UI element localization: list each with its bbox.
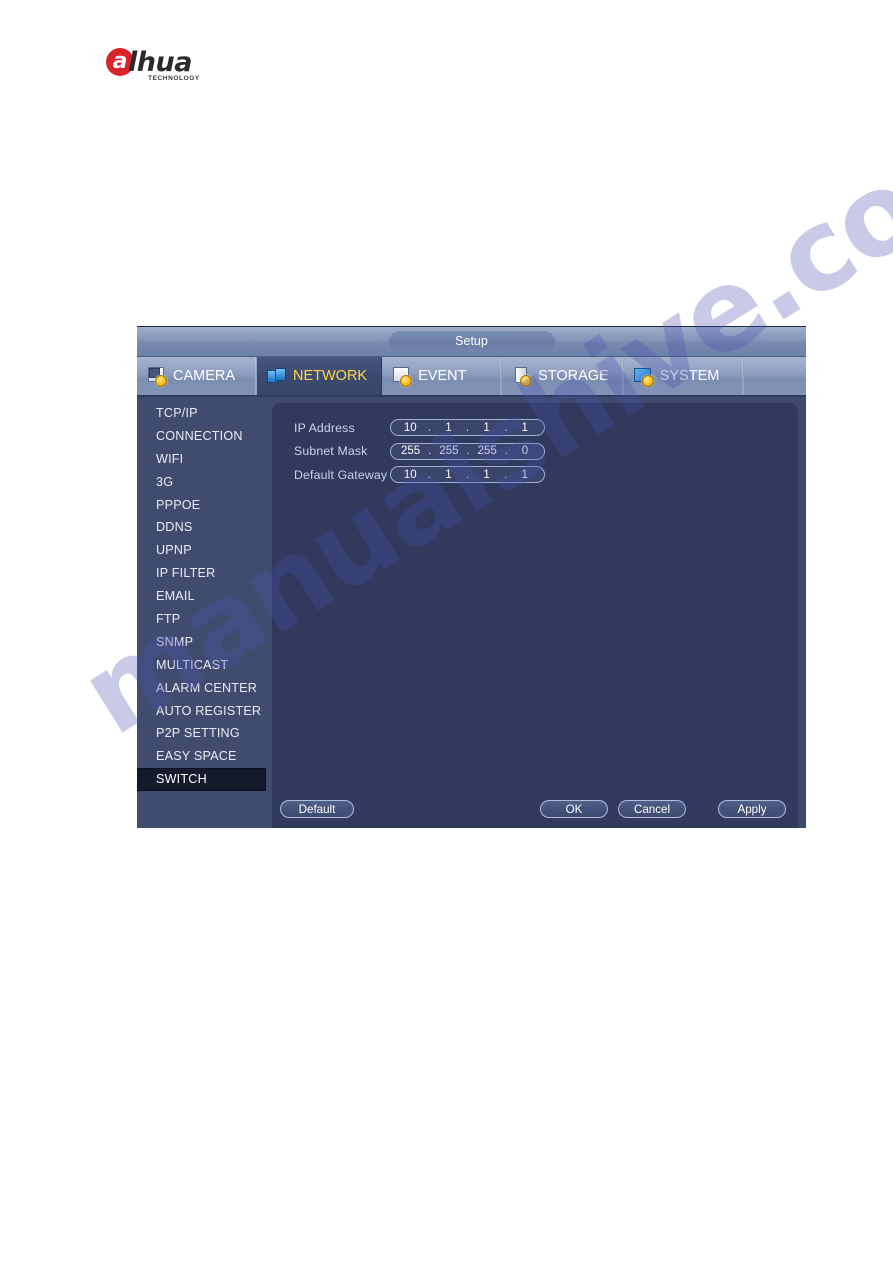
sidebar-item-auto-register[interactable]: AUTO REGISTER (137, 700, 272, 723)
dialog-titlebar: Setup (137, 327, 806, 357)
tab-system[interactable]: SYSTEM (624, 357, 744, 395)
sidebar-item-switch[interactable]: SWITCH (137, 768, 266, 792)
default-gateway-dot-2: . (465, 468, 470, 481)
ip-address-dot-2: . (465, 421, 470, 434)
ip-address-label: IP Address (294, 420, 355, 435)
system-icon (633, 367, 654, 387)
sidebar-item-3g[interactable]: 3G (137, 471, 272, 494)
subnet-mask-label: Subnet Mask (294, 444, 368, 459)
sidebar-item-ip-filter[interactable]: IP FILTER (137, 562, 272, 585)
sidebar-item-easy-space[interactable]: EASY SPACE (137, 745, 272, 768)
sidebar: TCP/IP CONNECTION WIFI 3G PPPOE DDNS UPN… (137, 397, 272, 828)
ok-button[interactable]: OK (540, 800, 608, 818)
tab-camera-label: CAMERA (173, 368, 236, 384)
tab-camera[interactable]: CAMERA (137, 357, 257, 395)
switch-network-form: IP Address 10 . 1 . 1 . 1 Subnet Mask 25… (294, 416, 545, 487)
default-gateway-octet-3[interactable]: 1 (478, 469, 496, 481)
tab-strip: CAMERA NETWORK EVENT STORAGE SYSTEM (137, 357, 806, 397)
tab-storage-label: STORAGE (538, 368, 609, 384)
tab-event[interactable]: EVENT (382, 357, 503, 395)
dahua-logo-tagline: TECHNOLOGY (148, 75, 200, 82)
subnet-mask-dot-1: . (428, 445, 432, 458)
ip-address-octet-2[interactable]: 1 (439, 422, 457, 434)
sidebar-item-upnp[interactable]: UPNP (137, 539, 272, 562)
subnet-mask-octet-3[interactable]: 255 (478, 445, 497, 457)
ip-address-octet-1[interactable]: 10 (401, 422, 419, 434)
sidebar-item-p2p-setting[interactable]: P2P SETTING (137, 722, 272, 745)
sidebar-item-connection[interactable]: CONNECTION (137, 425, 272, 448)
button-row: Default OK Cancel Apply (272, 800, 798, 820)
ip-address-input[interactable]: 10 . 1 . 1 . 1 (390, 419, 545, 437)
default-gateway-octet-2[interactable]: 1 (439, 469, 457, 481)
subnet-mask-dot-3: . (504, 445, 508, 458)
tab-event-label: EVENT (418, 368, 467, 384)
default-gateway-dot-3: . (504, 468, 508, 481)
subnet-mask-octet-2[interactable]: 255 (439, 445, 458, 457)
subnet-mask-input[interactable]: 255 . 255 . 255 . 0 (390, 442, 545, 460)
camera-icon (147, 366, 167, 387)
subnet-mask-dot-2: . (466, 445, 470, 458)
sidebar-item-alarm-center[interactable]: ALARM CENTER (137, 677, 272, 700)
tab-system-label: SYSTEM (659, 368, 720, 384)
field-row-subnet-mask: Subnet Mask 255 . 255 . 255 . 0 (294, 440, 545, 464)
sidebar-item-ftp[interactable]: FTP (137, 608, 272, 631)
ip-address-octet-3[interactable]: 1 (478, 422, 496, 434)
network-icon (267, 367, 287, 386)
sidebar-item-snmp[interactable]: SNMP (137, 631, 272, 654)
dahua-logo-wordmark: lhua (128, 47, 192, 78)
sidebar-item-tcpip[interactable]: TCP/IP (137, 402, 272, 425)
default-gateway-octet-4[interactable]: 1 (516, 469, 534, 481)
setup-dialog: Setup CAMERA NETWORK EVENT STORAGE SYSTE… (137, 326, 806, 828)
default-gateway-dot-1: . (427, 468, 431, 481)
tab-storage[interactable]: STORAGE (502, 357, 624, 395)
sidebar-item-email[interactable]: EMAIL (137, 585, 272, 608)
dialog-body: TCP/IP CONNECTION WIFI 3G PPPOE DDNS UPN… (137, 397, 806, 828)
subnet-mask-octet-4[interactable]: 0 (516, 445, 534, 457)
sidebar-item-wifi[interactable]: WIFI (137, 448, 272, 471)
tab-network-label: NETWORK (293, 368, 368, 384)
sidebar-item-multicast[interactable]: MULTICAST (137, 654, 272, 677)
ip-address-dot-1: . (427, 421, 431, 434)
sidebar-item-ddns[interactable]: DDNS (137, 516, 272, 539)
subnet-mask-octet-1[interactable]: 255 (401, 445, 420, 457)
sidebar-item-pppoe[interactable]: PPPOE (137, 494, 272, 517)
default-gateway-octet-1[interactable]: 10 (401, 469, 419, 481)
dialog-title: Setup (388, 330, 555, 352)
default-gateway-label: Default Gateway (294, 467, 388, 482)
content-panel: IP Address 10 . 1 . 1 . 1 Subnet Mask 25… (272, 403, 798, 828)
field-row-default-gateway: Default Gateway 10 . 1 . 1 . 1 (294, 463, 545, 487)
ip-address-octet-4[interactable]: 1 (516, 422, 534, 434)
apply-button[interactable]: Apply (718, 800, 786, 818)
cancel-button[interactable]: Cancel (618, 800, 686, 818)
event-icon (392, 366, 413, 387)
ip-address-dot-3: . (504, 421, 508, 434)
dahua-logo: a lhua TECHNOLOGY (106, 47, 276, 84)
storage-icon (512, 366, 533, 387)
field-row-ip-address: IP Address 10 . 1 . 1 . 1 (294, 416, 545, 440)
tab-network[interactable]: NETWORK (257, 357, 383, 395)
default-button[interactable]: Default (280, 800, 354, 818)
default-gateway-input[interactable]: 10 . 1 . 1 . 1 (390, 466, 545, 484)
